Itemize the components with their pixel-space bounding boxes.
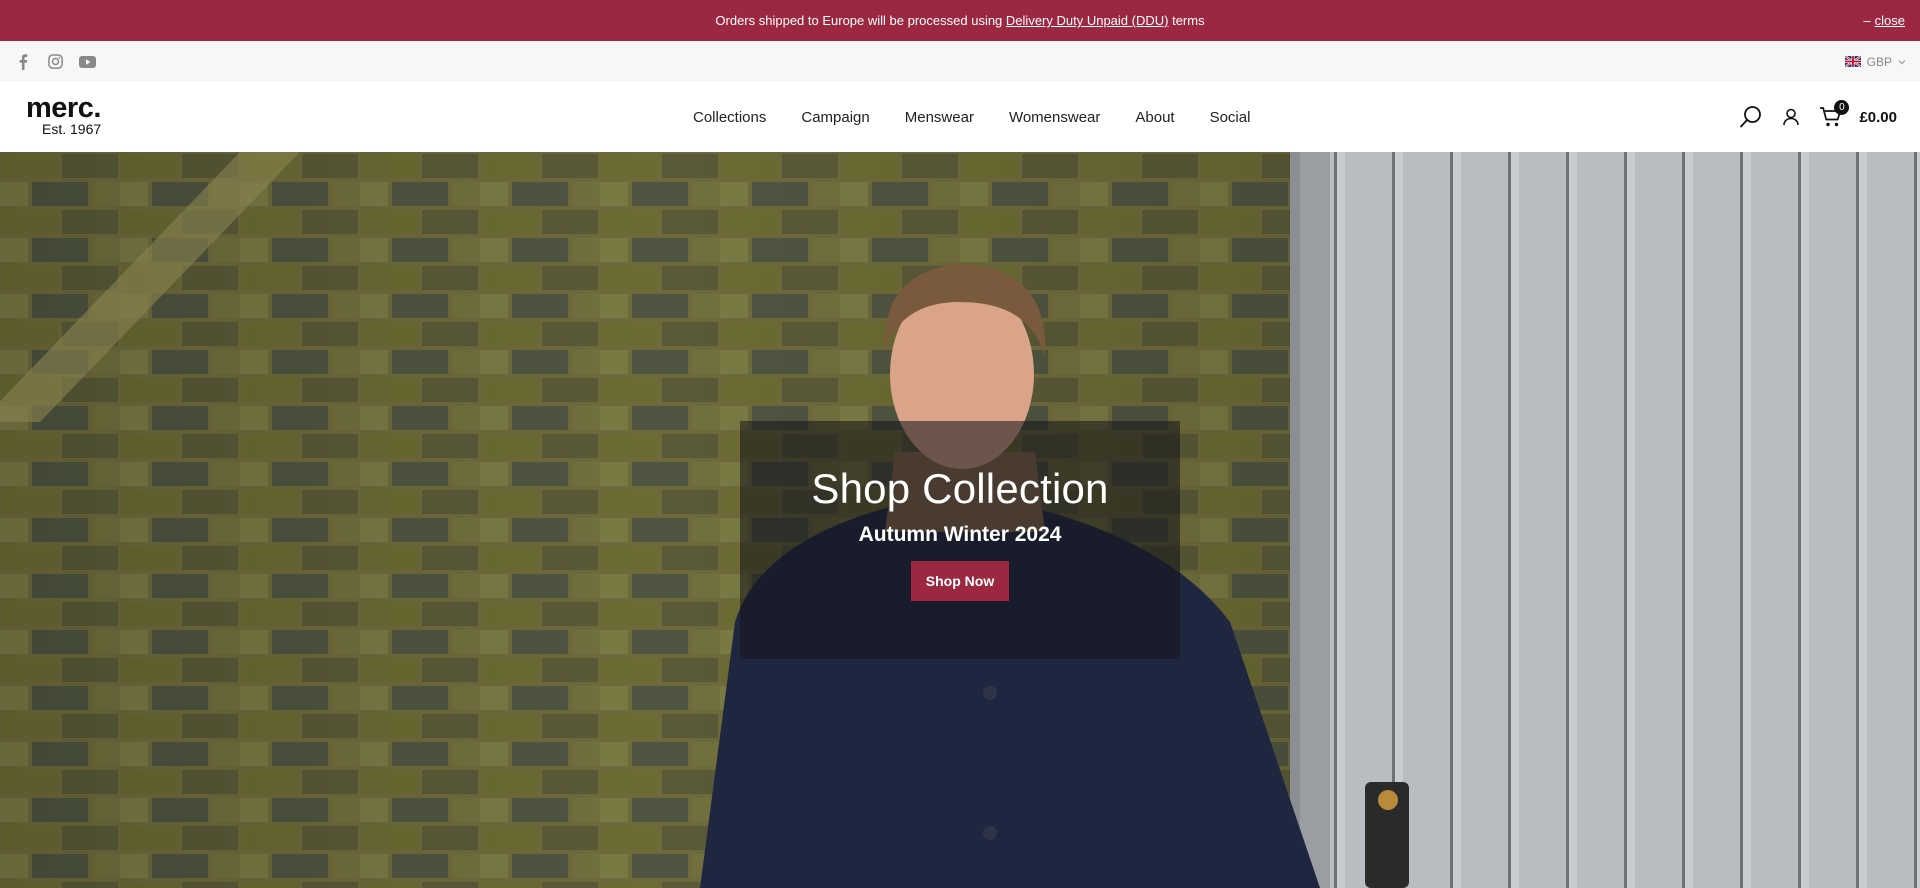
- facebook-icon[interactable]: [14, 53, 32, 71]
- utility-bar: GBP: [0, 41, 1920, 82]
- shop-now-button[interactable]: Shop Now: [911, 561, 1009, 601]
- nav-womenswear[interactable]: Womenswear: [1009, 109, 1100, 126]
- nav-about[interactable]: About: [1135, 109, 1174, 126]
- hero-overlay-box: Shop Collection Autumn Winter 2024 Shop …: [740, 421, 1180, 659]
- merc-logo[interactable]: merc. Est. 1967: [26, 92, 122, 139]
- instagram-icon[interactable]: [46, 53, 64, 71]
- youtube-icon[interactable]: [78, 53, 96, 71]
- announcement-text: Orders shipped to Europe will be process…: [715, 13, 1204, 28]
- social-links: [14, 53, 96, 71]
- uk-flag-icon: [1844, 56, 1861, 67]
- cart-icon[interactable]: 0: [1819, 100, 1850, 128]
- hero-subtitle: Autumn Winter 2024: [858, 523, 1062, 546]
- hero-title: Shop Collection: [811, 465, 1109, 512]
- ddu-terms-link[interactable]: Delivery Duty Unpaid (DDU): [1006, 13, 1169, 28]
- header-actions: 0 £0.00: [1739, 82, 1897, 152]
- announcement-text-before: Orders shipped to Europe will be process…: [715, 13, 1003, 28]
- announcement-bar: Orders shipped to Europe will be process…: [0, 0, 1920, 41]
- nav-campaign[interactable]: Campaign: [801, 109, 869, 126]
- logo-wordmark: merc.: [26, 92, 101, 124]
- close-dash: –: [1863, 13, 1871, 28]
- hero-banner: Shop Collection Autumn Winter 2024 Shop …: [0, 152, 1920, 888]
- nav-collections[interactable]: Collections: [693, 109, 766, 126]
- cart-total[interactable]: £0.00: [1859, 109, 1897, 126]
- account-icon[interactable]: [1783, 108, 1800, 126]
- search-icon[interactable]: [1739, 105, 1763, 129]
- announcement-close-wrap: – close: [1863, 0, 1905, 41]
- main-nav: Collections Campaign Menswear Womenswear…: [693, 82, 1250, 152]
- site-header: merc. Est. 1967 Collections Campaign Men…: [0, 82, 1920, 152]
- currency-code: GBP: [1866, 54, 1892, 69]
- currency-selector[interactable]: GBP: [1844, 54, 1906, 69]
- announcement-close-link[interactable]: close: [1875, 13, 1905, 28]
- chevron-down-icon: [1898, 59, 1906, 64]
- announcement-text-after: terms: [1172, 13, 1205, 28]
- nav-menswear[interactable]: Menswear: [905, 109, 974, 126]
- cart-count-badge: 0: [1834, 100, 1850, 115]
- nav-social[interactable]: Social: [1210, 109, 1251, 126]
